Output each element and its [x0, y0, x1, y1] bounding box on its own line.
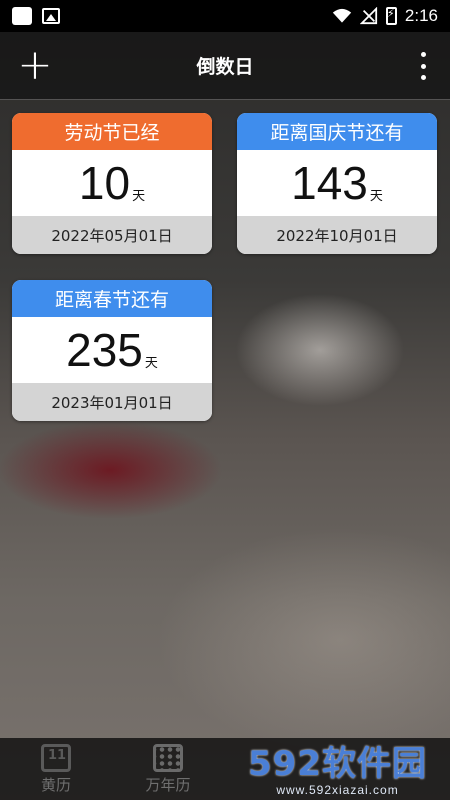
more-options-icon[interactable]: [418, 52, 428, 80]
page-title: 倒数日: [196, 56, 254, 78]
status-notifications: [12, 7, 60, 25]
card-title: 距离国庆节还有: [237, 113, 437, 150]
card-date: 2023年01月01日: [12, 383, 212, 421]
card-days: 235 天: [12, 317, 212, 383]
nav-item-label: 黄历: [40, 775, 71, 794]
days-count: 235: [66, 324, 143, 376]
wifi-icon: [332, 8, 352, 23]
notification-square-icon: [12, 7, 32, 25]
countdown-card-national-day[interactable]: 距离国庆节还有 143 天 2022年10月01日: [237, 113, 437, 254]
bottom-navigation: 黄历 万年历: [0, 738, 450, 800]
status-bar: 2:16: [0, 0, 450, 32]
card-title: 距离春节还有: [12, 280, 212, 317]
battery-charging-icon: [385, 7, 397, 25]
nav-item-label: 万年历: [145, 775, 191, 794]
days-unit: 天: [144, 356, 158, 371]
nav-item-perpetual-calendar[interactable]: 万年历: [112, 738, 224, 800]
calendar-grid-icon: [153, 743, 183, 772]
card-title: 劳动节已经: [12, 113, 212, 150]
days-count: 10: [78, 157, 131, 209]
card-days: 10 天: [12, 150, 212, 216]
countdown-card-labor-day[interactable]: 劳动节已经 10 天 2022年05月01日: [12, 113, 212, 254]
calendar-day-icon: [41, 743, 71, 772]
nav-item-almanac[interactable]: 黄历: [0, 738, 112, 800]
card-date: 2022年10月01日: [237, 216, 437, 254]
days-count: 143: [291, 157, 368, 209]
countdown-card-spring-festival[interactable]: 距离春节还有 235 天 2023年01月01日: [12, 280, 212, 421]
image-notification-icon: [42, 8, 60, 24]
toolbar: + 倒数日: [0, 32, 450, 100]
card-date: 2022年05月01日: [12, 216, 212, 254]
no-signal-icon: [359, 7, 378, 25]
days-unit: 天: [369, 189, 383, 204]
status-indicators: 2:16: [332, 6, 438, 26]
add-icon[interactable]: +: [14, 44, 56, 87]
days-unit: 天: [132, 189, 146, 204]
card-days: 143 天: [237, 150, 437, 216]
clock: 2:16: [404, 6, 438, 25]
